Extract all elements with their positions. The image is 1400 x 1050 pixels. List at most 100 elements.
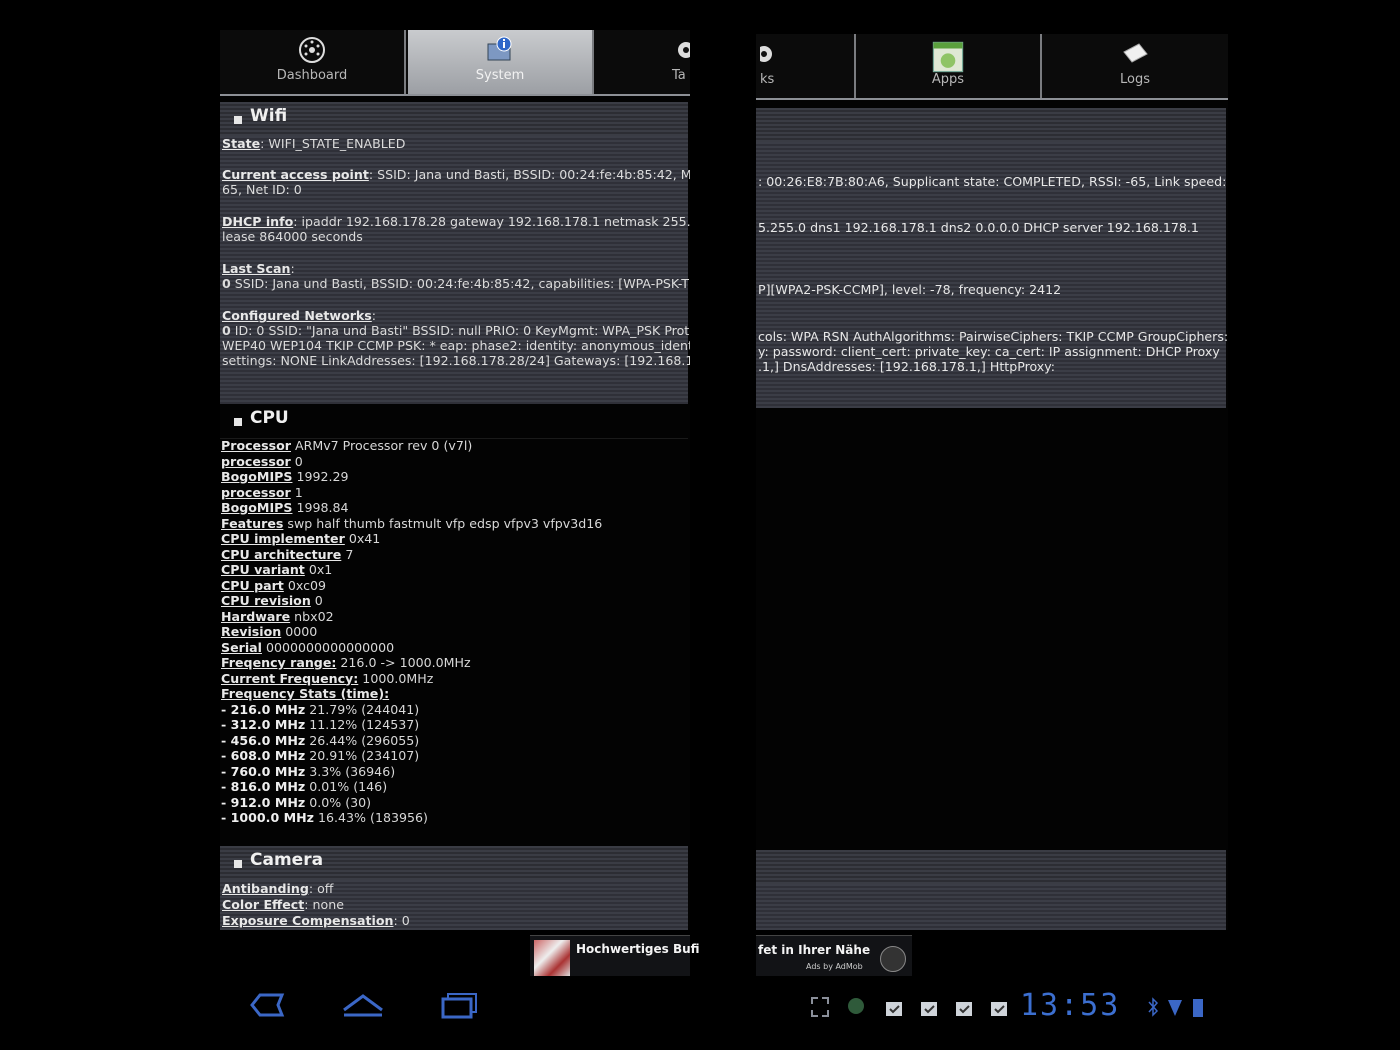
- key: Frequency Stats (time):: [221, 686, 390, 701]
- tab-tasks[interactable]: ks: [756, 34, 856, 98]
- freq-stat-row: - 760.0 MHz 3.3% (36946): [221, 764, 602, 780]
- tab-dashboard[interactable]: Dashboard: [220, 30, 406, 94]
- key: Freqency range:: [221, 655, 337, 670]
- cpu-info-row: Freqency range: 216.0 -> 1000.0MHz: [221, 655, 602, 671]
- value: ID: 0 SSID: "Jana und Basti" BSSID: null…: [230, 323, 690, 338]
- notification-bag-icon[interactable]: [884, 996, 904, 1018]
- wifi-conf-cont: WEP40 WEP104 TKIP CCMP PSK: * eap: phase…: [222, 338, 690, 353]
- cpu-info-row: CPU architecture 7: [221, 547, 602, 563]
- tab-tasks[interactable]: Ta: [596, 30, 690, 94]
- key: Current access point: [222, 167, 369, 182]
- key: Color Effect: [222, 897, 305, 912]
- recent-apps-icon[interactable]: [438, 990, 484, 1020]
- key: - 816.0 MHz: [221, 779, 306, 794]
- value: : none: [304, 897, 344, 912]
- value: : SSID: Jana und Basti, BSSID: 00:24:fe:…: [368, 167, 690, 182]
- value: 0000: [281, 624, 318, 639]
- value: : 0: [393, 913, 410, 928]
- camera-header[interactable]: Camera: [220, 846, 688, 881]
- gear-icon: [760, 46, 772, 62]
- wifi-access-point: Current access point: SSID: Jana und Bas…: [222, 167, 690, 182]
- value: 7: [341, 546, 354, 562]
- freq-stat-row: - 912.0 MHz 0.0% (30): [221, 795, 602, 811]
- cpu-info-row: CPU part 0xc09: [221, 578, 602, 594]
- value: 0x1: [304, 562, 333, 577]
- value: 0: [310, 593, 323, 608]
- camera-row: Exposure Compensation: 0: [222, 913, 410, 928]
- value: 3.3% (36946): [305, 763, 396, 779]
- wifi-last-scan: Last Scan:: [222, 261, 295, 276]
- key: Features: [221, 515, 284, 531]
- value: 0.01% (146): [305, 779, 388, 794]
- key: BogoMIPS: [221, 500, 293, 515]
- value: 11.12% (124537): [305, 717, 420, 732]
- cpu-info-row: BogoMIPS 1992.29: [221, 469, 602, 485]
- value: 216.0 -> 1000.0MHz: [336, 655, 471, 670]
- tab-bar: ks Apps Logs: [756, 34, 1228, 100]
- tab-label: Dashboard: [276, 68, 348, 83]
- key: Hardware: [221, 608, 291, 624]
- section-title: Wifi: [250, 106, 288, 126]
- tab-label: Apps: [931, 72, 965, 87]
- wifi-body: State: WIFI_STATE_ENABLED Current access…: [220, 136, 690, 406]
- notification-bag-icon[interactable]: [919, 996, 939, 1018]
- cpu-info-row: Current Frequency: 1000.0MHz: [221, 671, 602, 687]
- cpu-info-row: BogoMIPS 1998.84: [221, 500, 602, 516]
- freq-stat-row: - 216.0 MHz 21.79% (244041): [221, 702, 602, 718]
- camera-row: Color Effect: none: [222, 897, 344, 912]
- notification-bag-icon[interactable]: [989, 996, 1009, 1018]
- home-icon[interactable]: [340, 990, 386, 1020]
- back-icon[interactable]: [244, 990, 290, 1020]
- key: Exposure Compensation: [222, 913, 394, 928]
- cpu-info-row: processor 1: [221, 485, 602, 501]
- value: swp half thumb fastmult vfp edsp vfpv3 v…: [283, 515, 603, 531]
- ad-banner[interactable]: Hochwertiges Bufi: [530, 935, 700, 976]
- android-icon: [848, 998, 864, 1014]
- cpu-header[interactable]: CPU: [220, 404, 688, 439]
- freq-stat-row: - 1000.0 MHz 16.43% (183956): [221, 810, 602, 826]
- value: 0000000000000000: [261, 639, 395, 655]
- colon: :: [371, 308, 377, 323]
- tab-apps[interactable]: Apps: [856, 34, 1042, 98]
- value: 0: [290, 453, 303, 469]
- apps-icon: [932, 41, 964, 73]
- key: Configured Networks: [222, 308, 372, 323]
- key: CPU variant: [221, 562, 305, 577]
- status-clock[interactable]: 13:53: [1020, 988, 1120, 1023]
- value: 16.43% (183956): [314, 810, 428, 825]
- tab-label: Logs: [1120, 72, 1150, 87]
- tab-logs[interactable]: Logs: [1042, 34, 1228, 98]
- wifi-configured: Configured Networks:: [222, 308, 376, 323]
- value: 26.44% (296055): [305, 732, 420, 748]
- value: 1: [290, 484, 303, 500]
- fullscreen-icon[interactable]: [810, 996, 830, 1018]
- key: State: [222, 136, 261, 151]
- left-screen: Dashboard System Ta Wifi State: WIFI_STA…: [220, 30, 690, 930]
- key: processor: [221, 484, 291, 500]
- camera-row: Antibanding: off: [222, 881, 333, 896]
- value: 21.79% (244041): [305, 701, 420, 717]
- battery-icon: [1193, 999, 1203, 1017]
- cpu-info-row: CPU variant 0x1: [221, 562, 602, 578]
- wifi-signal-icon: [1168, 1000, 1182, 1016]
- value: 0.0% (30): [305, 794, 372, 810]
- key: processor: [221, 453, 291, 469]
- notification-bag-icon[interactable]: [954, 996, 974, 1018]
- cpu-info-row: CPU implementer 0x41: [221, 531, 602, 547]
- wifi-header[interactable]: Wifi: [220, 102, 688, 137]
- value: : ipaddr 192.168.178.28 gateway 192.168.…: [293, 214, 690, 229]
- key: - 608.0 MHz: [221, 748, 306, 763]
- key: Current Frequency:: [221, 670, 359, 686]
- globe-icon[interactable]: [880, 946, 906, 972]
- cpu-info-row: Processor ARMv7 Processor rev 0 (v7l): [221, 438, 602, 454]
- value: SSID: Jana und Basti, BSSID: 00:24:fe:4b…: [230, 276, 690, 291]
- section-title: CPU: [250, 408, 289, 428]
- cpu-info-row: Serial 0000000000000000: [221, 640, 602, 656]
- freq-stat-row: - 456.0 MHz 26.44% (296055): [221, 733, 602, 749]
- tab-label: Ta: [672, 68, 686, 83]
- wifi-state: State: WIFI_STATE_ENABLED: [222, 136, 405, 151]
- value: 0xc09: [283, 577, 327, 593]
- ad-by-label: Ads by AdMob: [806, 962, 863, 971]
- ad-banner-cont[interactable]: fet in Ihrer Nähe Ads by AdMob: [756, 935, 912, 976]
- tab-system[interactable]: System: [408, 30, 594, 94]
